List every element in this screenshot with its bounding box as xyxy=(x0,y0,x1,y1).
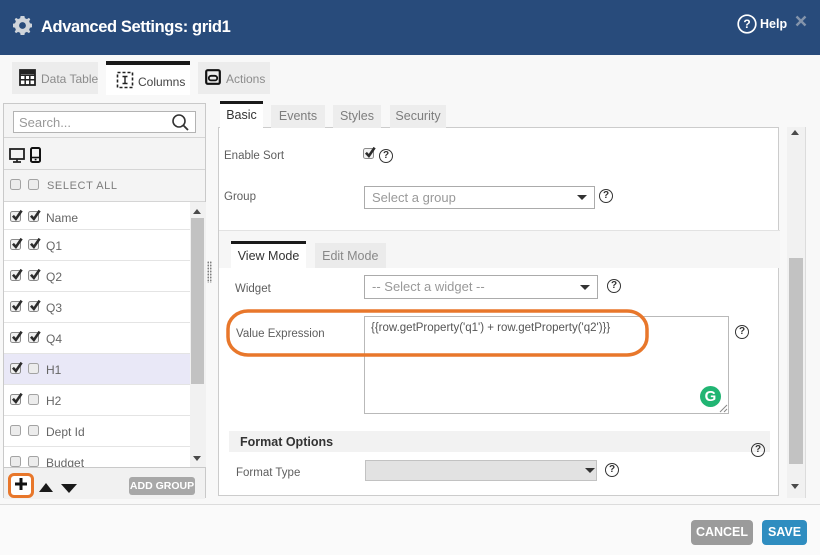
svg-text:?: ? xyxy=(743,17,750,31)
